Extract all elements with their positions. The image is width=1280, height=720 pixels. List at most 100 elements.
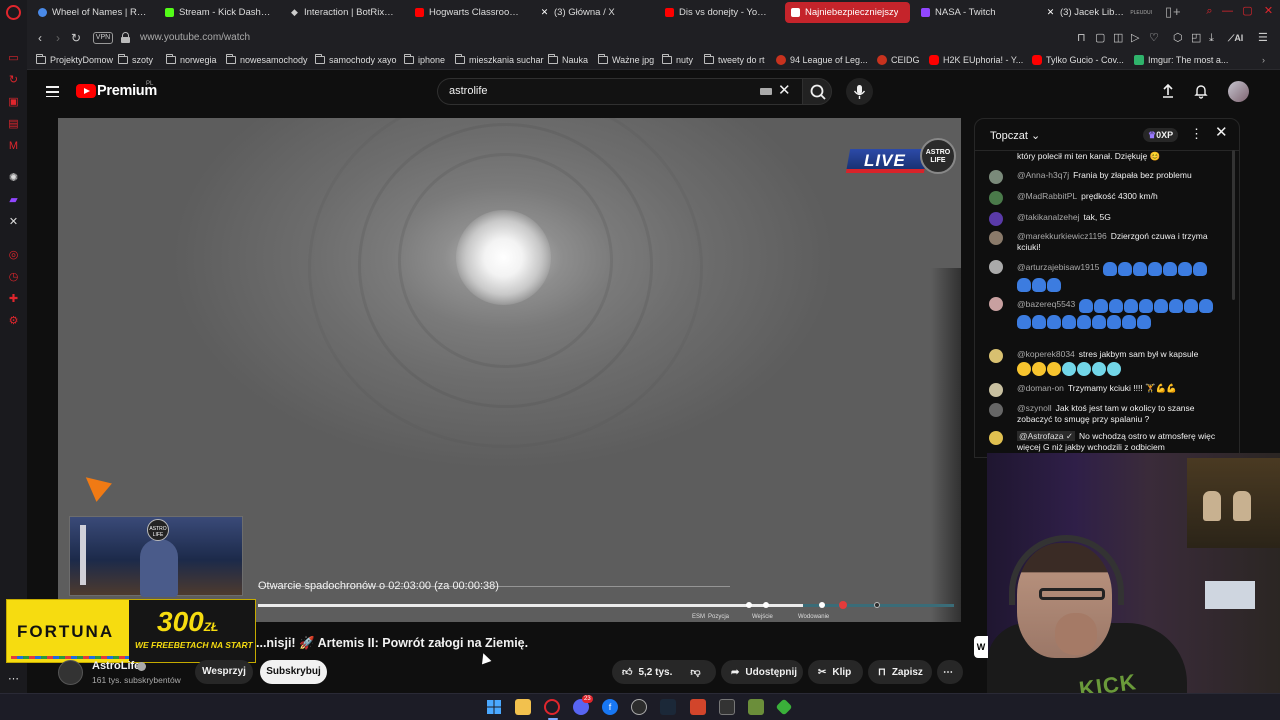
- chat-avatar[interactable]: [989, 231, 1003, 245]
- extensions-icon[interactable]: ✚: [7, 294, 20, 305]
- channel-avatar[interactable]: [58, 660, 83, 685]
- share-button[interactable]: ➦ Udostępnij: [721, 660, 803, 684]
- lock-icon[interactable]: [121, 32, 130, 43]
- channel-name[interactable]: AstroLife: [92, 660, 140, 672]
- file-explorer-icon[interactable]: [515, 699, 531, 715]
- url-field[interactable]: www.youtube.com/watch: [140, 32, 250, 43]
- terminal-icon[interactable]: [719, 699, 735, 715]
- messenger-icon[interactable]: ▤: [7, 119, 20, 130]
- chat-scrollbar[interactable]: [1232, 150, 1235, 300]
- gmail-icon[interactable]: M: [7, 141, 20, 152]
- menu-icon[interactable]: ☰: [1258, 32, 1268, 44]
- chat-mode-dropdown[interactable]: Topczat ⌄: [990, 129, 1040, 142]
- back-button[interactable]: ‹: [33, 31, 47, 45]
- video-player[interactable]: LIVE ASTRO LIFE ASTRO LIFE Otwarcie spad…: [58, 118, 961, 622]
- bookmark-folder[interactable]: mieszkania suchar: [455, 54, 544, 66]
- chat-avatar[interactable]: [989, 170, 1003, 184]
- chat-avatar[interactable]: [989, 349, 1003, 363]
- tab-jacek-liberski[interactable]: ✕ (3) Jacek Liberski PLEUDUI: [1040, 2, 1158, 23]
- gear-icon[interactable]: ⚙: [7, 316, 20, 327]
- bookmark-folder[interactable]: nowesamochody: [226, 54, 308, 66]
- bookmark-folder[interactable]: Ważne jpg: [598, 54, 654, 66]
- app-icon[interactable]: [775, 698, 793, 716]
- bookmark-folder[interactable]: samochody xayo: [315, 54, 397, 66]
- tab-wheel-of-names[interactable]: Wheel of Names | Random: [32, 2, 154, 23]
- upload-icon[interactable]: [1160, 83, 1176, 99]
- close-window-icon[interactable]: ✕: [1263, 6, 1274, 17]
- chat-avatar[interactable]: [989, 403, 1003, 417]
- bookmark-folder[interactable]: nuty: [662, 54, 693, 66]
- tab-x-home[interactable]: ✕ (3) Główna / X: [534, 2, 652, 23]
- aria-ai-button[interactable]: ⟋AI: [1228, 32, 1243, 44]
- bookmark-folder[interactable]: ProjektyDomow: [36, 54, 113, 66]
- bookmark-link[interactable]: Imgur: The most a...: [1134, 54, 1228, 66]
- chat-avatar[interactable]: [989, 212, 1003, 226]
- new-tab-button[interactable]: +: [1173, 5, 1181, 18]
- like-count[interactable]: 5,2 tys.: [638, 667, 672, 678]
- tab-botrix[interactable]: ◆ Interaction | BotRix — Cl: [284, 2, 402, 23]
- notifications-bell-icon[interactable]: [1193, 83, 1209, 99]
- tab-kick-dashboard[interactable]: Stream - Kick Dashboard: [159, 2, 277, 23]
- save-button[interactable]: ⊓ Zapisz: [868, 660, 932, 684]
- chat-avatar[interactable]: [989, 297, 1003, 311]
- snapshot-icon[interactable]: ▢: [1095, 32, 1105, 44]
- tab-youtube-active[interactable]: Najniebezpieczniejszy: [785, 2, 910, 23]
- bookmark-link[interactable]: 94 League of Leg...: [776, 54, 868, 66]
- maximize-icon[interactable]: ▢: [1242, 6, 1253, 17]
- easy-setup-icon[interactable]: ◰: [1191, 32, 1201, 44]
- side-widget-tab[interactable]: W: [974, 636, 988, 658]
- voice-search-button[interactable]: [846, 78, 873, 105]
- speed-dial-icon[interactable]: ▭: [7, 53, 20, 64]
- bookmark-link[interactable]: CEIDG: [877, 54, 920, 66]
- tab-nasa-twitch[interactable]: NASA - Twitch: [915, 2, 1033, 23]
- search-button[interactable]: [802, 78, 832, 105]
- youtube-logo-icon[interactable]: [76, 84, 96, 98]
- reload-button[interactable]: ↻: [69, 31, 83, 45]
- steam-icon[interactable]: [660, 699, 676, 715]
- menu-hamburger-icon[interactable]: [46, 86, 59, 98]
- thumbs-up-icon[interactable]: 👍︎: [622, 666, 632, 678]
- chat-close-icon[interactable]: ✕: [1215, 124, 1228, 142]
- support-button[interactable]: Wesprzyj: [195, 660, 253, 684]
- search-input[interactable]: astrolife: [449, 85, 488, 97]
- bookmark-folder[interactable]: norwegia: [166, 54, 217, 66]
- opera-logo-icon[interactable]: [6, 5, 21, 20]
- chat-avatar[interactable]: [989, 431, 1003, 445]
- bookmark-link[interactable]: Tylko Gucio - Cov...: [1032, 54, 1124, 66]
- tab-close-icon[interactable]: ▯: [1165, 5, 1172, 18]
- bag-icon[interactable]: ▣: [7, 97, 20, 108]
- clip-button[interactable]: ✂ Klip: [808, 660, 863, 684]
- windows-start-icon[interactable]: [486, 699, 502, 715]
- fortuna-ad-banner[interactable]: FORTUNA 300ZŁ WE FREEBETACH NA START: [6, 599, 256, 663]
- settings-dot-icon[interactable]: ◎: [7, 250, 20, 261]
- chat-avatar[interactable]: [989, 191, 1003, 205]
- chatgpt-icon[interactable]: ✺: [7, 173, 20, 184]
- bookmark-folder[interactable]: tweety do rt: [704, 54, 765, 66]
- search-tabs-icon[interactable]: ⌕: [1204, 6, 1215, 17]
- history-icon[interactable]: ◷: [7, 272, 20, 283]
- extensions-puzzle-icon[interactable]: ⬡: [1173, 32, 1183, 44]
- chat-more-icon[interactable]: ⋮: [1190, 127, 1203, 141]
- bookmarks-overflow-icon[interactable]: ›: [1262, 54, 1265, 66]
- heart-icon[interactable]: ♡: [1149, 32, 1159, 44]
- discord-icon[interactable]: 23: [573, 695, 593, 715]
- more-icon[interactable]: ⋯: [7, 674, 20, 685]
- vpn-badge[interactable]: VPN: [93, 32, 113, 44]
- brave-icon[interactable]: [690, 699, 706, 715]
- keyboard-icon[interactable]: [760, 88, 772, 95]
- clear-search-icon[interactable]: ✕: [778, 83, 791, 98]
- facebook-icon[interactable]: f: [602, 699, 618, 715]
- opera-browser-icon[interactable]: [544, 699, 560, 715]
- play-icon[interactable]: ▷: [1131, 32, 1139, 44]
- bookmark-folder[interactable]: Nauka: [548, 54, 588, 66]
- x-icon[interactable]: ✕: [7, 217, 20, 228]
- tab-dis-vs-donejty[interactable]: Dis vs donejty - YouTube: [659, 2, 777, 23]
- thumbs-down-icon[interactable]: 👎︎: [690, 666, 700, 678]
- bookmark-folder[interactable]: szoty: [118, 54, 153, 66]
- twitch-icon[interactable]: ▰: [7, 195, 20, 206]
- chat-avatar[interactable]: [989, 383, 1003, 397]
- minecraft-icon[interactable]: [748, 699, 764, 715]
- subscribe-button[interactable]: Subskrybuj: [260, 660, 327, 684]
- bookmark-icon[interactable]: ⊓: [1077, 32, 1086, 44]
- tab-hogwarts-classroom[interactable]: Hogwarts Classroom | Ha: [409, 2, 527, 23]
